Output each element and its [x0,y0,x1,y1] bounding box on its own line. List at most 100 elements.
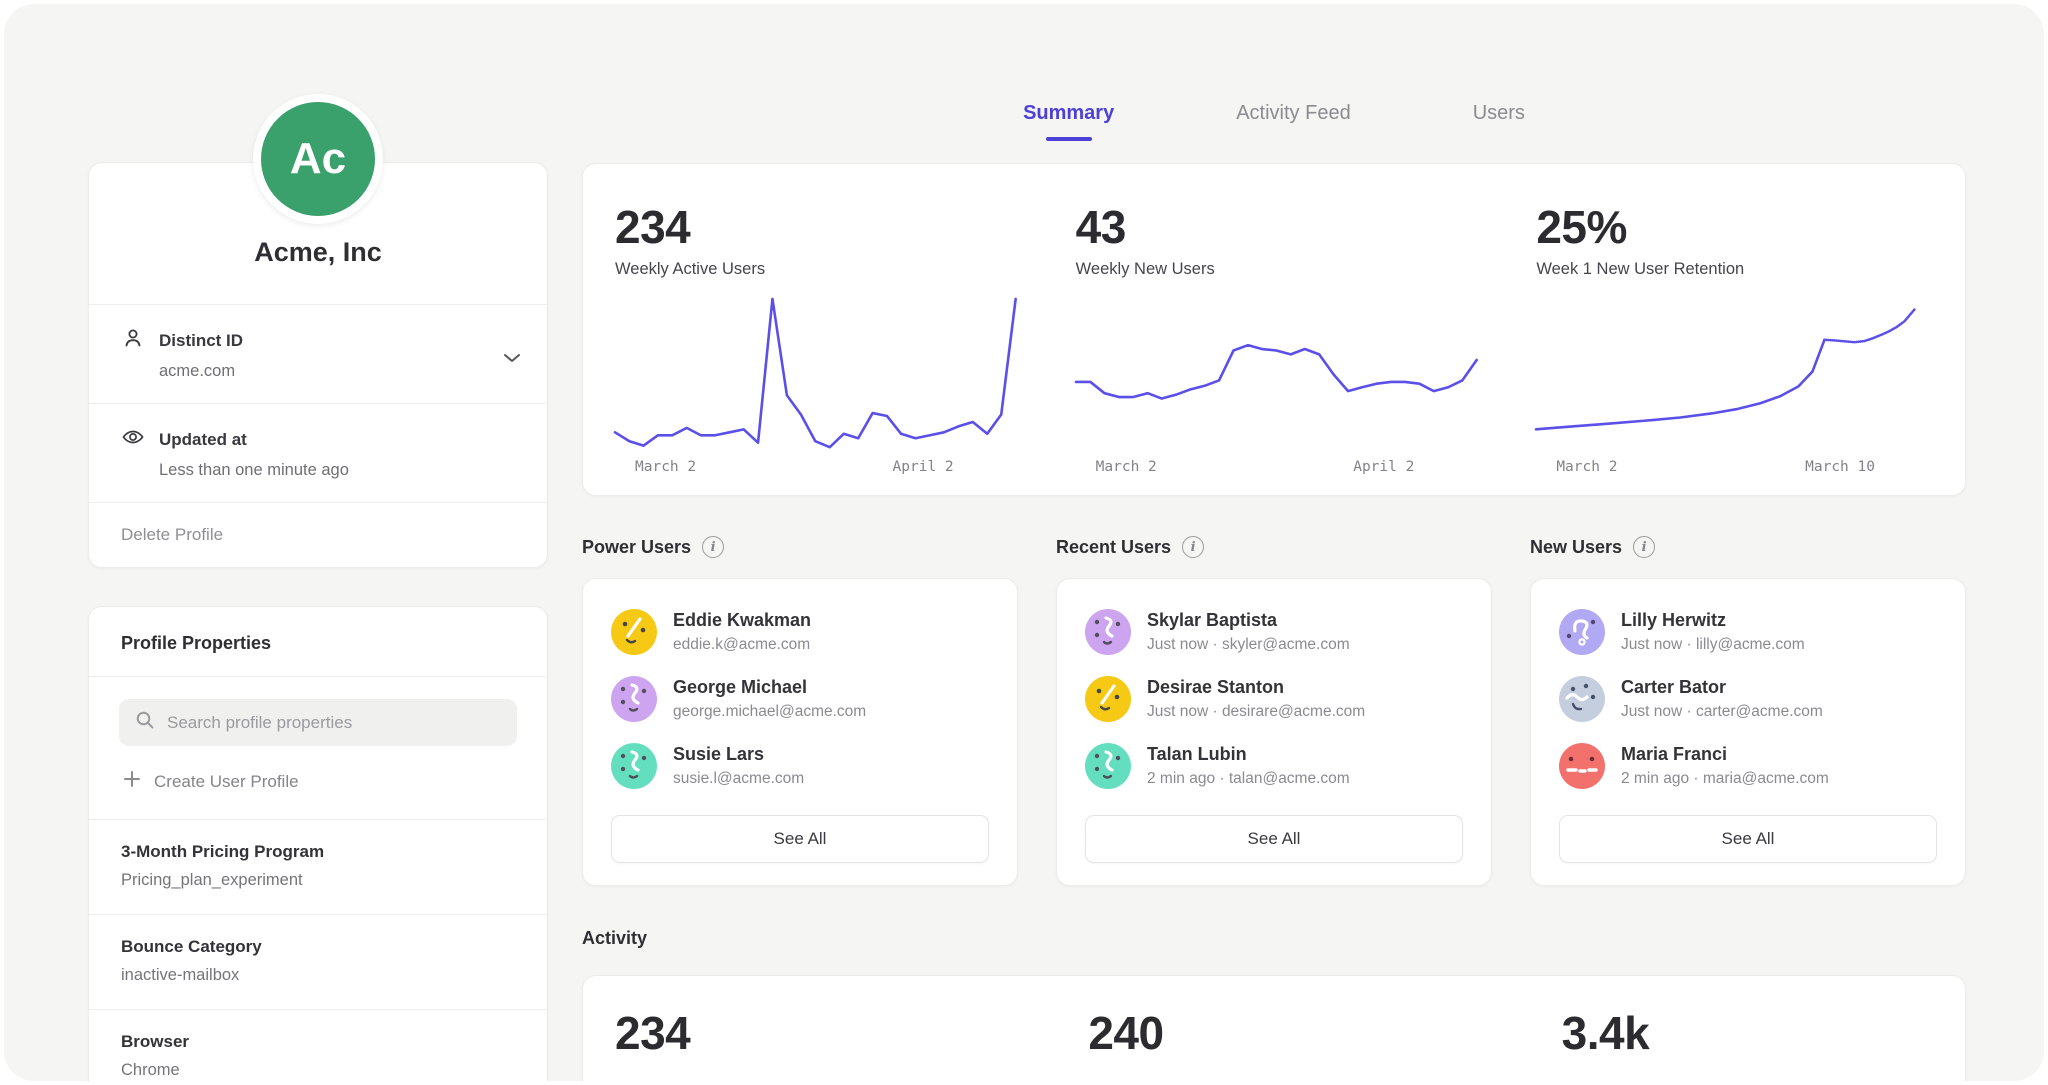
active-tab-underline [1046,137,1092,141]
user-sub: 2 min ago · maria@acme.com [1621,770,1829,788]
tab-summary[interactable]: Summary [1023,102,1114,141]
user-sub: Just now · desirare@acme.com [1147,703,1365,721]
list-item[interactable]: Susie Lars susie.l@acme.com [611,743,989,789]
list-item[interactable]: Skylar Baptista Just now · skyler@acme.co… [1085,609,1463,655]
property-row[interactable]: 3-Month Pricing Program Pricing_plan_exp… [89,819,547,914]
retention-label: Week 1 New User Retention [1536,260,1937,279]
section-title: New Users [1530,537,1622,558]
weekly-new-users-label: Weekly New Users [1076,260,1477,279]
see-all-button[interactable]: See All [1085,815,1463,863]
recent-users-heading: Recent Users i [1056,536,1492,558]
user-avatar [611,609,657,655]
property-value: Pricing_plan_experiment [121,871,515,890]
user-avatar [1085,743,1131,789]
list-item[interactable]: George Michael george.michael@acme.com [611,676,989,722]
power-users-card: Eddie Kwakman eddie.k@acme.com George Mic… [582,578,1018,886]
user-name[interactable]: Maria Franci [1621,744,1829,765]
activity-heading: Activity [582,928,1966,949]
axis-tick: April 2 [1353,459,1414,475]
user-name[interactable]: Eddie Kwakman [673,610,811,631]
profile-properties-search[interactable] [119,699,517,746]
info-icon[interactable]: i [1182,536,1204,558]
list-item[interactable]: Eddie Kwakman eddie.k@acme.com [611,609,989,655]
profile-properties-title: Profile Properties [89,607,547,677]
recent-users-card: Skylar Baptista Just now · skyler@acme.co… [1056,578,1492,886]
create-user-profile-button[interactable]: Create User Profile [123,770,517,793]
activity-stat: 240 [1056,1006,1491,1060]
profile-sidebar: Ac Acme, Inc Distinct ID acme.com [88,4,548,1081]
weekly-active-users-chart [615,293,1016,459]
user-sub: eddie.k@acme.com [673,636,811,654]
user-avatar [611,676,657,722]
retention-value: 25% [1536,200,1937,254]
user-avatar [1559,609,1605,655]
list-item[interactable]: Desirae Stanton Just now · desirare@acme.… [1085,676,1463,722]
list-item[interactable]: Maria Franci 2 min ago · maria@acme.com [1559,743,1937,789]
activity-card: 234 240 3.4k [582,975,1966,1081]
axis-tick: March 10 [1805,459,1875,475]
weekly-active-users-column: 234 Weekly Active Users March 2 April 2 [583,200,1044,483]
property-name: 3-Month Pricing Program [121,842,515,862]
new-users-card: Lilly HerwitzJust now · lilly@acme.com C… [1530,578,1966,886]
delete-profile-button[interactable]: Delete Profile [89,502,547,567]
user-name[interactable]: George Michael [673,677,866,698]
user-avatar [1559,743,1605,789]
user-sub: Just now · skyler@acme.com [1147,636,1350,654]
search-input[interactable] [167,713,501,733]
company-avatar: Ac [253,94,383,224]
distinct-id-row[interactable]: Distinct ID acme.com [89,304,547,403]
updated-at-value: Less than one minute ago [159,461,517,480]
weekly-new-users-chart [1076,293,1477,459]
user-avatar [1085,609,1131,655]
weekly-new-users-value: 43 [1076,200,1477,254]
create-user-profile-label: Create User Profile [154,772,299,792]
weekly-active-users-label: Weekly Active Users [615,260,1016,279]
distinct-id-label: Distinct ID [159,331,243,351]
search-icon [135,710,155,735]
user-cards: Eddie Kwakman eddie.k@acme.com George Mic… [582,578,1966,886]
see-all-button[interactable]: See All [611,815,989,863]
activity-stat: 3.4k [1530,1006,1965,1060]
user-avatar [1559,676,1605,722]
property-value: Chrome [121,1061,515,1080]
property-row[interactable]: Browser Chrome [89,1009,547,1081]
retention-column: 25% Week 1 New User Retention March 2 Ma… [1504,200,1965,483]
weekly-active-users-value: 234 [615,200,1016,254]
user-name[interactable]: Carter Bator [1621,677,1823,698]
user-avatar [611,743,657,789]
user-sub: george.michael@acme.com [673,703,866,721]
user-sub: Just now · carter@acme.com [1621,703,1823,721]
section-title: Recent Users [1056,537,1171,558]
user-name[interactable]: Susie Lars [673,744,804,765]
tab-users[interactable]: Users [1473,102,1525,141]
x-axis: March 2 March 10 [1536,459,1937,483]
axis-tick: March 2 [1096,459,1157,475]
user-name[interactable]: Desirae Stanton [1147,677,1365,698]
user-sub: susie.l@acme.com [673,770,804,788]
info-icon[interactable]: i [1633,536,1655,558]
profile-properties-card: Profile Properties Create User Profile 3… [88,606,548,1081]
chevron-down-icon[interactable] [503,350,521,368]
info-icon[interactable]: i [702,536,724,558]
user-name[interactable]: Talan Lubin [1147,744,1350,765]
updated-at-label: Updated at [159,430,247,450]
new-users-heading: New Users i [1530,536,1966,558]
distinct-id-value: acme.com [159,362,517,381]
user-name[interactable]: Lilly Herwitz [1621,610,1805,631]
section-headings: Power Users i Recent Users i New Users i [582,536,1966,558]
power-users-heading: Power Users i [582,536,1018,558]
app-frame: Ac Acme, Inc Distinct ID acme.com [4,4,2044,1081]
updated-at-row: Updated at Less than one minute ago [89,403,547,502]
section-title: Power Users [582,537,691,558]
list-item[interactable]: Lilly HerwitzJust now · lilly@acme.com [1559,609,1937,655]
list-item[interactable]: Carter Bator Just now · carter@acme.com [1559,676,1937,722]
property-row[interactable]: Bounce Category inactive-mailbox [89,914,547,1009]
list-item[interactable]: Talan Lubin 2 min ago · talan@acme.com [1085,743,1463,789]
tab-activity-feed[interactable]: Activity Feed [1236,102,1350,141]
retention-chart [1536,293,1937,459]
user-name[interactable]: Skylar Baptista [1147,610,1350,631]
tab-bar: Summary Activity Feed Users [582,4,1966,141]
see-all-button[interactable]: See All [1559,815,1937,863]
user-sub: 2 min ago · talan@acme.com [1147,770,1350,788]
property-value: inactive-mailbox [121,966,515,985]
